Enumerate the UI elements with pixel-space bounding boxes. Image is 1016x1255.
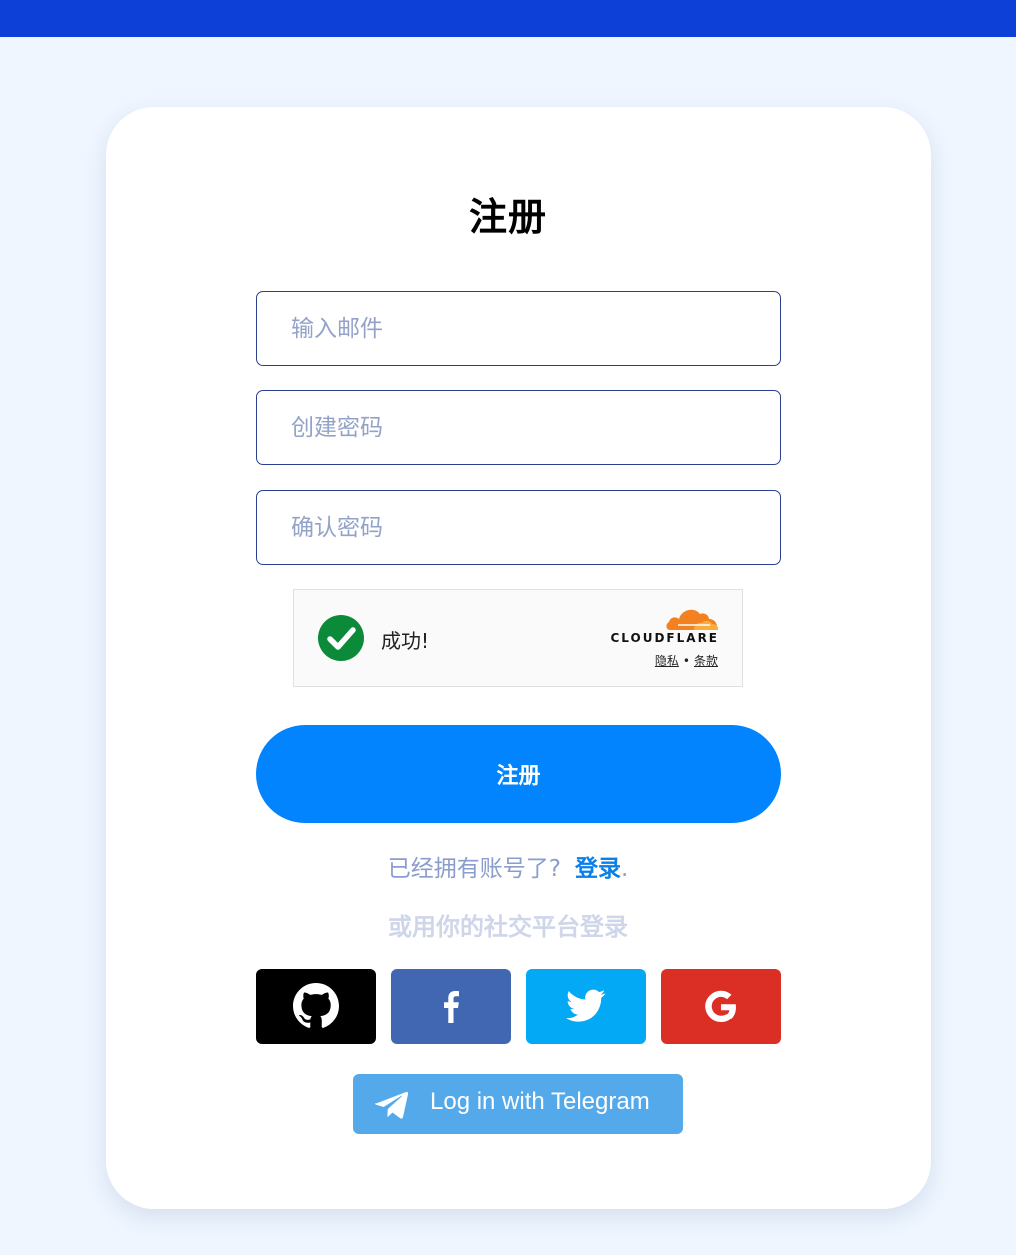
captcha-links: 隐私 • 条款 [655,652,718,669]
page-title: 注册 [468,195,547,239]
login-prompt: 已经拥有账号了? 登录. [0,849,1016,883]
top-bar [0,0,1016,37]
google-icon [705,990,736,1022]
github-icon [293,983,339,1028]
login-prompt-text: 已经拥有账号了? [387,856,561,882]
captcha-widget: 成功! CLOUDFLARE 隐私 • 条款 [293,589,743,687]
email-field[interactable] [256,291,781,366]
captcha-status: 成功! [381,629,430,653]
facebook-icon [444,991,459,1023]
github-login-button[interactable] [256,969,376,1044]
privacy-link[interactable]: 隐私 [655,654,679,668]
cloudflare-cloud-icon [666,609,719,630]
facebook-login-button[interactable] [391,969,511,1044]
link-separator: • [682,654,690,668]
login-prompt-suffix: . [620,856,629,882]
social-login-hint: 或用你的社交平台登录 [388,913,628,941]
terms-link[interactable]: 条款 [694,654,718,668]
confirm-password-field[interactable] [256,490,781,565]
password-field[interactable] [256,390,781,465]
telegram-login-label: Log in with Telegram [430,1088,650,1115]
check-icon [318,615,364,661]
telegram-login-button[interactable]: Log in with Telegram [353,1074,683,1134]
google-login-button[interactable] [661,969,781,1044]
cloudflare-logo: CLOUDFLARE [610,631,719,645]
telegram-icon [375,1091,409,1119]
login-link[interactable]: 登录 [575,856,621,882]
twitter-login-button[interactable] [526,969,646,1044]
twitter-icon [566,989,606,1022]
register-button[interactable]: 注册 [256,725,781,823]
